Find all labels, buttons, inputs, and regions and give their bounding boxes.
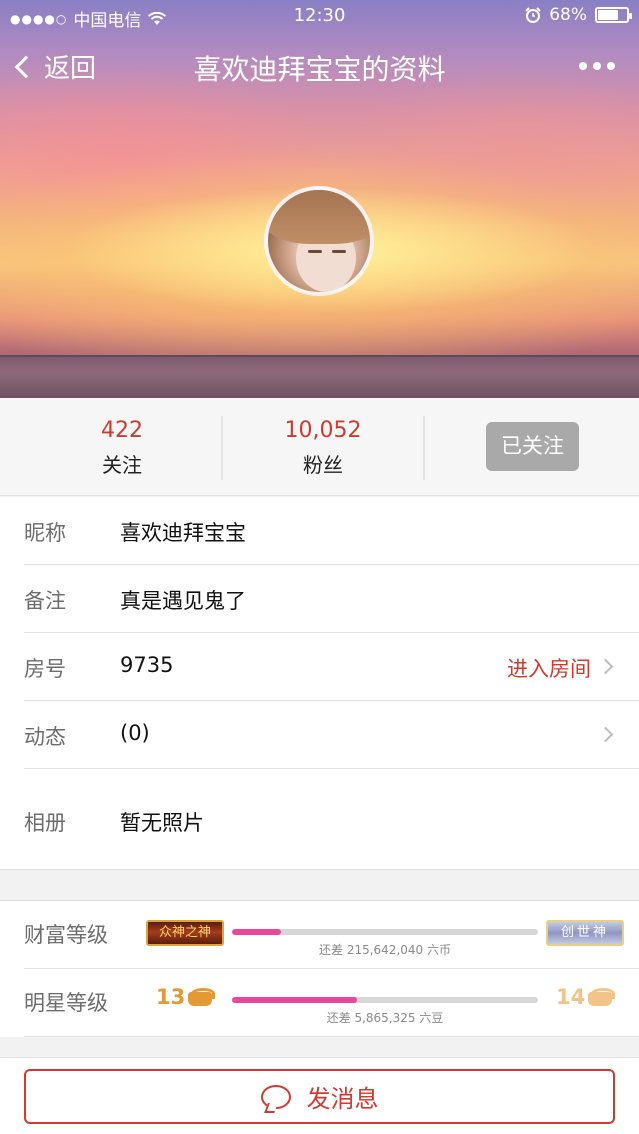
crown-icon <box>187 986 216 1008</box>
battery-icon <box>595 7 632 23</box>
following-label: 关注 <box>102 453 142 477</box>
enter-room-link[interactable]: 进入房间 <box>507 653 591 683</box>
nickname-row: 昵称 喜欢迪拜宝宝 <box>24 497 639 565</box>
feed-label: 动态 <box>24 725 66 749</box>
remark-label: 备注 <box>24 589 66 613</box>
album-value: 暂无照片 <box>120 811 204 835</box>
wealth-level-label: 财富等级 <box>24 923 108 947</box>
star-level-row: 明星等级 13 还差 5,865,325 六豆 14 <box>24 969 639 1037</box>
wealth-level-row: 财富等级 众神之神 还差 215,642,040 六币 创世神 <box>24 901 639 969</box>
album-row[interactable]: 相册 暂无照片 <box>24 769 639 871</box>
star-next-level: 14 <box>556 985 616 1009</box>
bottom-action-bar: 发消息 <box>0 1057 639 1134</box>
following-count: 422 <box>101 418 143 443</box>
cover-sea <box>0 355 639 398</box>
room-row[interactable]: 房号 9735 进入房间 <box>24 633 639 701</box>
alarm-icon <box>525 7 541 23</box>
stats-bar: 422 关注 10,052 粉丝 已关注 <box>0 398 639 496</box>
nickname-value: 喜欢迪拜宝宝 <box>120 521 246 545</box>
wealth-progress-fill <box>232 929 281 935</box>
feed-row[interactable]: 动态 (0) <box>24 701 639 769</box>
followed-button[interactable]: 已关注 <box>486 422 579 471</box>
chat-bubble-icon <box>260 1084 291 1109</box>
divider <box>423 416 425 480</box>
wealth-progress-bar <box>232 929 538 935</box>
star-progress-bar <box>232 997 538 1003</box>
album-label: 相册 <box>24 811 66 835</box>
star-remaining: 还差 5,865,325 六豆 <box>326 1011 444 1025</box>
star-next-number: 14 <box>556 985 586 1009</box>
remark-value: 真是遇见鬼了 <box>120 589 246 613</box>
remark-row[interactable]: 备注 真是遇见鬼了 <box>24 565 639 633</box>
crown-icon <box>587 986 616 1008</box>
more-dots-icon[interactable] <box>579 62 615 70</box>
section-gap <box>0 869 639 901</box>
room-number: 9735 <box>120 653 174 677</box>
star-progress-fill <box>232 997 358 1003</box>
star-current-level: 13 <box>156 985 216 1009</box>
fans-stat[interactable]: 10,052 粉丝 <box>223 418 423 478</box>
following-stat[interactable]: 422 关注 <box>22 418 222 478</box>
avatar[interactable] <box>264 186 374 296</box>
room-label: 房号 <box>24 657 66 681</box>
feed-count: (0) <box>120 721 150 745</box>
section-gap <box>0 1037 639 1057</box>
fans-count: 10,052 <box>284 418 362 443</box>
nav-bar: 返回 喜欢迪拜宝宝的资料 <box>0 34 639 98</box>
battery-percent: 68% <box>549 5 587 25</box>
send-message-label: 发消息 <box>306 1085 379 1113</box>
wealth-current-badge: 众神之神 <box>146 920 224 946</box>
profile-info: 昵称 喜欢迪拜宝宝 备注 真是遇见鬼了 房号 9735 进入房间 动态 (0) … <box>0 497 639 871</box>
levels-section: 财富等级 众神之神 还差 215,642,040 六币 创世神 明星等级 13 … <box>0 901 639 1037</box>
send-message-button[interactable]: 发消息 <box>24 1069 615 1124</box>
chevron-right-icon <box>597 658 614 675</box>
star-level-label: 明星等级 <box>24 991 108 1015</box>
fans-label: 粉丝 <box>303 453 343 477</box>
nickname-label: 昵称 <box>24 521 66 545</box>
wealth-next-badge: 创世神 <box>546 920 624 946</box>
star-current-number: 13 <box>156 985 186 1009</box>
status-bar: ●●●●○ 中国电信 12:30 68% <box>0 0 639 34</box>
chevron-right-icon <box>597 726 614 743</box>
wealth-remaining: 还差 215,642,040 六币 <box>319 943 451 957</box>
page-title: 喜欢迪拜宝宝的资料 <box>193 53 446 86</box>
